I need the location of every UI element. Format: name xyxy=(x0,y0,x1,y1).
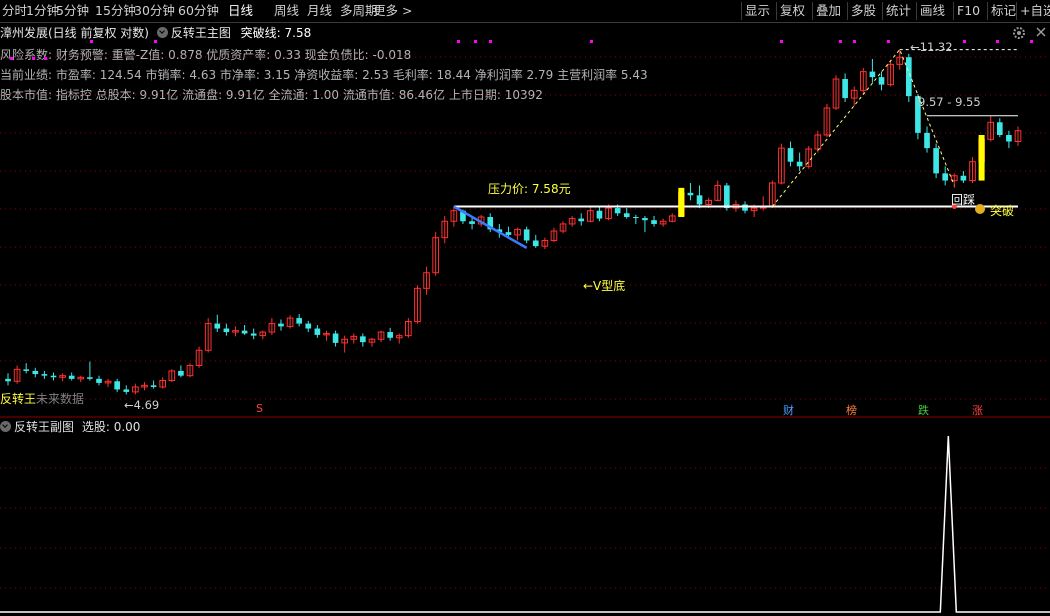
candle-body xyxy=(633,216,639,219)
candle-body xyxy=(32,370,39,375)
candle-body xyxy=(114,381,121,390)
signal-marker-1: 财 xyxy=(783,404,794,417)
candle-body xyxy=(724,185,730,209)
candle-body xyxy=(642,218,648,221)
v-bottom-label: ←V型底 xyxy=(583,279,626,293)
candle-body xyxy=(942,173,949,181)
candle-body xyxy=(87,377,93,379)
candle-body xyxy=(996,122,1003,135)
candle-body xyxy=(523,229,530,241)
candle-body xyxy=(623,213,630,217)
candle-body xyxy=(23,369,30,371)
high-price-label: ←11.32 xyxy=(910,40,953,54)
low-price-label: ←4.69 xyxy=(124,398,160,412)
candle-body xyxy=(123,389,130,392)
candle-body xyxy=(960,175,967,181)
candle-body xyxy=(532,240,539,247)
candle-body xyxy=(296,318,302,324)
candle-body xyxy=(742,204,748,211)
reversal-king-label: 反转王 xyxy=(0,392,37,406)
candle-body xyxy=(905,57,912,97)
candle-body xyxy=(178,370,184,376)
candle-body xyxy=(305,323,312,329)
signal-dot xyxy=(10,57,13,60)
candle-body xyxy=(241,330,248,334)
candle-body xyxy=(387,332,393,338)
signal-dot xyxy=(853,40,856,43)
coin-icon xyxy=(975,204,985,214)
pick-signal-line xyxy=(0,435,1050,613)
candle-body xyxy=(878,77,885,85)
candle-body xyxy=(505,232,512,235)
candle-body xyxy=(787,148,794,162)
signal-dot xyxy=(887,40,890,43)
future-data-label: 未来数据 xyxy=(36,392,85,406)
signal-dot xyxy=(154,40,157,43)
signal-dot xyxy=(839,40,842,43)
signal-dot xyxy=(44,57,47,60)
candle-body xyxy=(314,328,321,335)
candle-body xyxy=(614,208,621,214)
candle-body xyxy=(842,78,848,99)
candle-body xyxy=(96,378,102,383)
candle-body xyxy=(696,195,703,205)
candle-body xyxy=(150,385,157,387)
candle-body xyxy=(578,218,585,222)
candle-body xyxy=(596,210,603,219)
signal-dot xyxy=(32,57,35,60)
signal-dot xyxy=(457,40,460,43)
candle-body xyxy=(278,323,284,327)
candle-body xyxy=(41,374,48,376)
signal-dot xyxy=(590,40,593,43)
candle-body xyxy=(687,192,694,196)
candle-body xyxy=(924,132,930,149)
signal-marker-0: S xyxy=(256,402,263,415)
candle-body xyxy=(651,220,657,224)
candle-body xyxy=(50,375,57,378)
candle-body xyxy=(68,375,75,379)
breakout-label: 突破 xyxy=(990,204,1015,218)
candlestick-chart[interactable] xyxy=(0,0,1050,418)
signal-dot xyxy=(780,40,783,43)
candle-body xyxy=(796,161,803,167)
pressure-price-label: 压力价: 7.58元 xyxy=(488,182,571,196)
signal-dot xyxy=(996,40,999,43)
signal-marker-3: 跌 xyxy=(918,404,929,417)
range-label: 9.57 - 9.55 xyxy=(918,95,981,109)
breakout-bar xyxy=(978,134,985,181)
signal-dot xyxy=(90,40,93,43)
breakout-bar xyxy=(678,187,685,217)
candle-body xyxy=(223,328,230,333)
v-bottom-trendline xyxy=(453,205,528,249)
candle-body xyxy=(332,333,339,343)
candle-body xyxy=(214,323,221,329)
sub-indicator-chart[interactable] xyxy=(0,420,1050,616)
candle-body xyxy=(933,148,939,174)
candle-body xyxy=(360,336,366,343)
candle-body xyxy=(5,378,11,382)
candle-body xyxy=(1006,134,1012,142)
signal-marker-4: 涨 xyxy=(972,404,983,417)
signal-dot xyxy=(963,40,966,43)
signal-marker-2: 榜 xyxy=(846,404,857,417)
candle-body xyxy=(469,221,475,224)
signal-dot xyxy=(489,40,492,43)
candle-body xyxy=(250,333,257,336)
signal-dot xyxy=(1030,40,1033,43)
signal-dot xyxy=(474,40,477,43)
candle-body xyxy=(869,71,876,78)
pullback-label: 回踩 xyxy=(951,193,976,207)
